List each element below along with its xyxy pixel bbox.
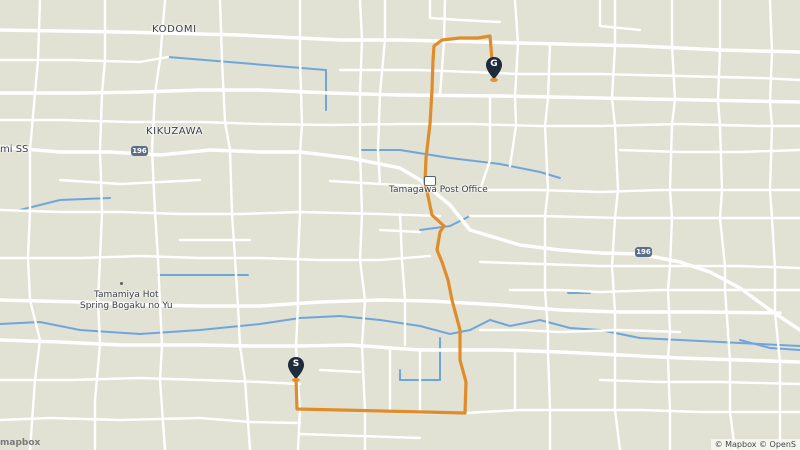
place-label-kodomi: KODOMI bbox=[152, 24, 197, 35]
goal-marker[interactable]: G bbox=[484, 56, 504, 84]
road bbox=[0, 28, 800, 54]
map-base bbox=[0, 0, 800, 450]
poi-label-onsen-line1: Tamamiya Hot bbox=[93, 290, 159, 300]
road bbox=[0, 88, 800, 104]
route-shield: 196 bbox=[635, 247, 652, 257]
poi-label-onsen-line2: Spring Bogaku no Yu bbox=[80, 301, 173, 311]
place-label-kikuzawa: KIKUZAWA bbox=[146, 126, 204, 137]
roads bbox=[0, 0, 800, 450]
attribution[interactable]: © Mapbox © OpenS bbox=[710, 439, 800, 450]
stream bbox=[359, 149, 561, 179]
map-canvas[interactable]: KODOMI KIKUZAWA mi SS Tamagawa Post Offi… bbox=[0, 0, 800, 450]
stream bbox=[19, 197, 111, 211]
place-label-ss: mi SS bbox=[0, 144, 29, 155]
start-marker[interactable]: S bbox=[286, 356, 306, 384]
start-marker-label: S bbox=[292, 359, 300, 369]
road bbox=[0, 338, 800, 364]
poi-label-post-office[interactable]: Tamagawa Post Office bbox=[389, 185, 488, 196]
mapbox-logo[interactable]: mapbox bbox=[0, 438, 40, 448]
poi-label-onsen[interactable]: Tamamiya Hot Spring Bogaku no Yu bbox=[80, 290, 173, 312]
poi-dot-icon bbox=[120, 282, 123, 285]
goal-marker-label: G bbox=[490, 59, 498, 69]
route-shield: 196 bbox=[131, 146, 148, 156]
